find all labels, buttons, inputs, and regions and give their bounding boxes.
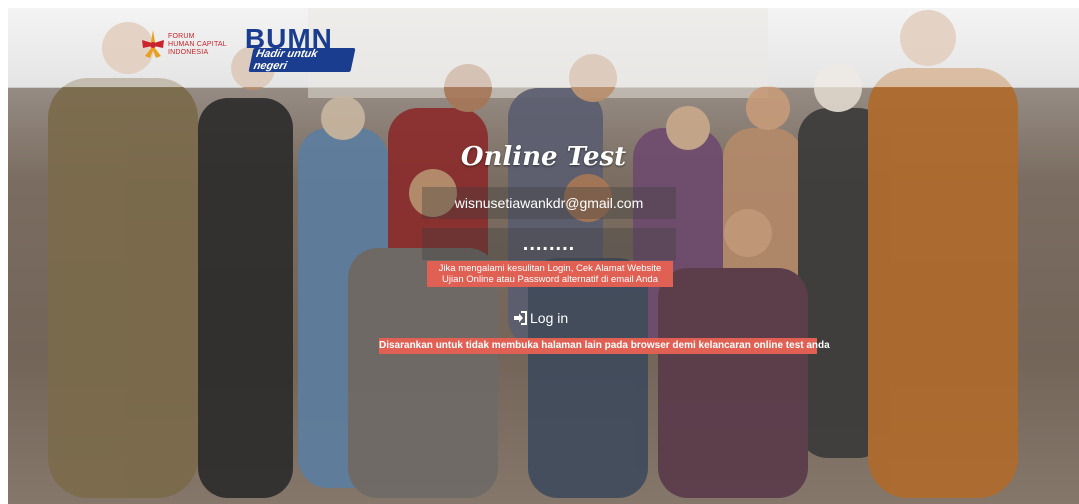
browser-notice-alert: Disarankan untuk tidak membuka halaman l… — [379, 338, 830, 354]
login-button[interactable]: Log in — [512, 307, 568, 329]
page-title: Online Test — [460, 142, 627, 172]
sign-in-icon — [514, 311, 527, 325]
page-frame: FORUM HUMAN CAPITAL INDONESIA BUMN Hadir… — [8, 8, 1079, 504]
password-field[interactable] — [422, 228, 676, 260]
email-field[interactable] — [422, 187, 676, 219]
login-panel: Online Test Jika mengalami kesulitan Log… — [8, 8, 1079, 504]
login-button-label: Log in — [530, 310, 569, 326]
login-help-alert: Jika mengalami kesulitan Login, Cek Alam… — [427, 261, 673, 287]
